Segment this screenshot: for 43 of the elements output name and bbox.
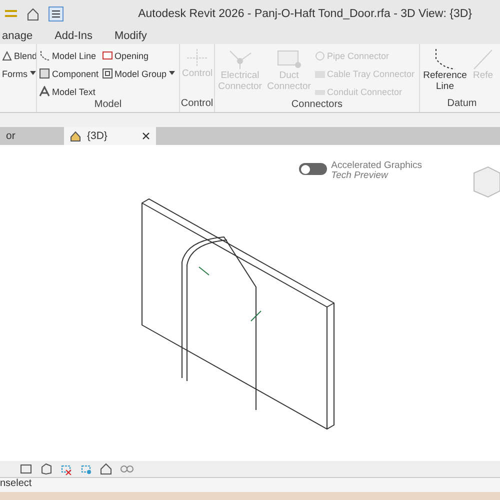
caret-icon xyxy=(168,71,175,76)
home-icon[interactable] xyxy=(26,7,40,21)
ribbon-button[interactable]: Reference Line xyxy=(422,48,468,98)
status-text: nselect xyxy=(0,477,500,492)
reveal-icon[interactable] xyxy=(80,463,92,475)
ribbon-button[interactable]: Model Line xyxy=(39,48,99,63)
home-icon xyxy=(70,130,81,142)
ribbon-tab[interactable]: Add-Ins xyxy=(52,30,95,42)
ribbon-button[interactable]: Component xyxy=(39,66,99,81)
diagonal-line-icon xyxy=(471,48,495,70)
connector-icon xyxy=(227,48,253,70)
dashed-line-icon xyxy=(39,50,50,61)
ribbon-dropdown[interactable]: Model Group xyxy=(102,66,175,81)
panel-title: Model xyxy=(94,99,122,112)
toggle-label: Accelerated Graphics xyxy=(331,161,422,171)
scale-icon[interactable] xyxy=(20,464,32,474)
panel-title: Datum xyxy=(447,98,477,111)
triangle-icon xyxy=(2,50,12,60)
glasses-icon[interactable] xyxy=(120,464,134,474)
window-title: Autodesk Revit 2026 - Panj-O-Haft Tond_Door.rfa - 3D View: {3D} xyxy=(138,8,472,20)
crosshair-icon xyxy=(186,48,208,68)
toggle-switch[interactable] xyxy=(299,163,328,175)
ribbon-button[interactable]: Opening xyxy=(102,48,175,63)
cube-icon[interactable] xyxy=(40,463,52,475)
hide-icon[interactable] xyxy=(60,463,72,475)
panel-title: Connectors xyxy=(291,99,343,112)
pipe-icon xyxy=(315,50,325,60)
ribbon-dropdown[interactable]: Forms xyxy=(2,66,36,81)
duct-icon xyxy=(276,48,302,70)
view-tab[interactable]: {3D} xyxy=(64,127,156,145)
ribbon-tab[interactable]: Modify xyxy=(112,30,149,42)
component-icon xyxy=(39,68,50,79)
text-icon xyxy=(39,86,50,97)
caret-icon xyxy=(30,71,36,76)
tray-icon xyxy=(315,68,325,78)
panel-title: Control xyxy=(180,98,214,111)
house-icon[interactable] xyxy=(100,463,112,475)
opening-icon xyxy=(102,51,113,60)
ribbon-button[interactable]: Model Text xyxy=(39,84,99,99)
group-icon xyxy=(102,68,113,79)
toggle-sublabel: Tech Preview xyxy=(331,171,390,181)
ribbon-tab[interactable]: anage xyxy=(0,30,35,42)
close-icon[interactable] xyxy=(142,132,150,140)
